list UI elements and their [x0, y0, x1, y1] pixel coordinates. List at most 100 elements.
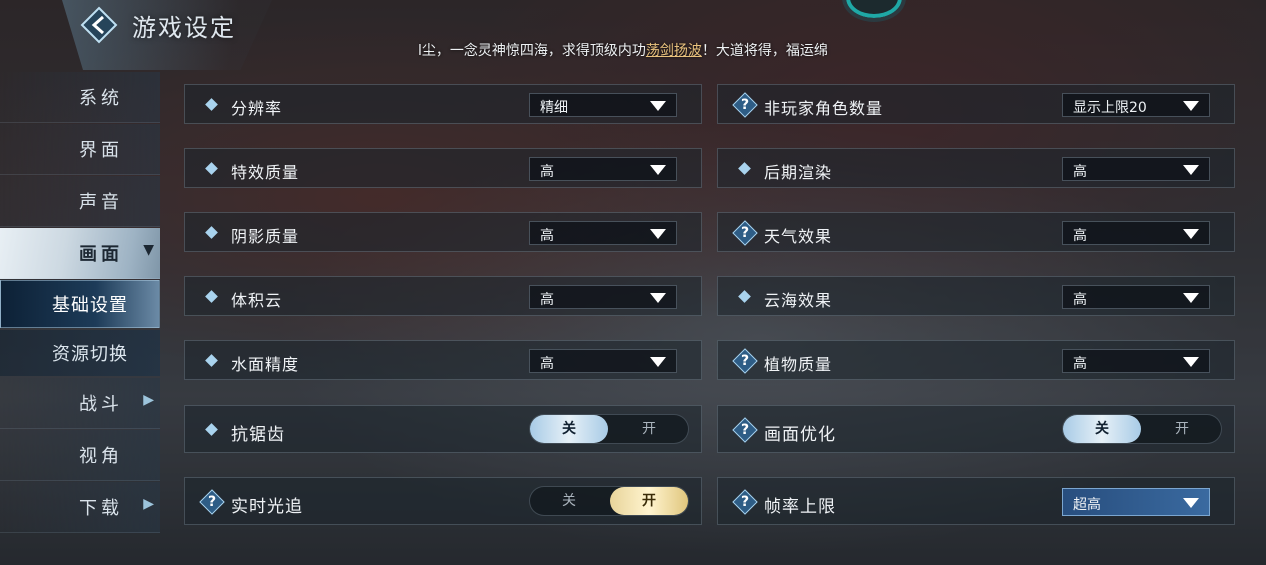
- dropdown-arrow-icon: [1183, 357, 1199, 367]
- dropdown-value: 高: [1073, 228, 1087, 244]
- post-processing-dropdown[interactable]: 高: [1062, 157, 1210, 181]
- setting-label: 云海效果: [764, 291, 833, 310]
- chevron-right-icon: ▶: [143, 392, 154, 408]
- dropdown-arrow-icon: [650, 357, 666, 367]
- npc-count-dropdown[interactable]: 显示上限20: [1062, 93, 1210, 117]
- dropdown-arrow-icon: [1183, 165, 1199, 175]
- sidebar-item-label: 视角: [79, 446, 123, 467]
- setting-label: 分辨率: [231, 99, 283, 118]
- back-icon[interactable]: [80, 6, 118, 44]
- sidebar-subitem-resource-switch[interactable]: 资源切换: [0, 330, 160, 376]
- setting-label: 后期渲染: [764, 163, 833, 182]
- dropdown-arrow-icon: [1183, 293, 1199, 303]
- dropdown-arrow-icon: [650, 165, 666, 175]
- resolution-dropdown[interactable]: 精细: [529, 93, 677, 117]
- sidebar-item-label: 下载: [79, 498, 123, 519]
- toggle-off-option[interactable]: 关: [530, 415, 608, 443]
- dropdown-arrow-icon: [650, 293, 666, 303]
- dropdown-value: 高: [1073, 356, 1087, 372]
- ticker-text-after: ！大道将得，福运绵: [701, 43, 828, 59]
- sidebar-item-download[interactable]: 下载 ▶: [0, 482, 160, 533]
- setting-row-cloud-sea: 云海效果 高: [717, 276, 1235, 316]
- setting-row-npc-count: ? 非玩家角色数量 显示上限20: [717, 84, 1235, 124]
- setting-row-effects-quality: 特效质量 高: [184, 148, 702, 188]
- diamond-bullet-icon: [205, 423, 218, 436]
- ticker-highlight-link[interactable]: 荡剑扬波: [646, 43, 702, 59]
- help-icon[interactable]: ?: [732, 220, 758, 246]
- toggle-on-option[interactable]: 开: [610, 487, 688, 515]
- setting-label: 体积云: [231, 291, 283, 310]
- help-icon[interactable]: ?: [732, 92, 758, 118]
- anti-aliasing-toggle[interactable]: 关 开: [529, 414, 689, 444]
- setting-row-graphics-optimization: ? 画面优化 关 开: [717, 405, 1235, 453]
- setting-row-frame-rate-limit: ? 帧率上限 超高: [717, 477, 1235, 525]
- weather-effects-dropdown[interactable]: 高: [1062, 221, 1210, 245]
- sidebar-item-sound[interactable]: 声音: [0, 176, 160, 227]
- sidebar-item-combat[interactable]: 战斗 ▶: [0, 378, 160, 429]
- sidebar-item-label: 战斗: [79, 394, 123, 415]
- setting-label: 实时光追: [231, 497, 303, 517]
- setting-label: 画面优化: [764, 425, 836, 445]
- ray-tracing-toggle[interactable]: 关 开: [529, 486, 689, 516]
- dropdown-arrow-icon: [1183, 498, 1199, 508]
- setting-label: 帧率上限: [764, 497, 836, 517]
- water-precision-dropdown[interactable]: 高: [529, 349, 677, 373]
- toggle-off-option[interactable]: 关: [530, 487, 608, 515]
- toggle-on-option[interactable]: 开: [1143, 415, 1221, 443]
- page-title: 游戏设定: [132, 14, 236, 42]
- announcement-ticker: l尘，一念灵神惊四海，求得顶级内功荡剑扬波！大道将得，福运绵: [418, 40, 898, 62]
- help-icon[interactable]: ?: [199, 489, 225, 515]
- sidebar-item-label: 界面: [79, 140, 123, 161]
- help-icon[interactable]: ?: [732, 489, 758, 515]
- graphics-optimization-toggle[interactable]: 关 开: [1062, 414, 1222, 444]
- sidebar-item-graphics[interactable]: 画面 ▼: [0, 228, 160, 279]
- effects-quality-dropdown[interactable]: 高: [529, 157, 677, 181]
- cloud-sea-dropdown[interactable]: 高: [1062, 285, 1210, 309]
- setting-row-anti-aliasing: 抗锯齿 关 开: [184, 405, 702, 453]
- plant-quality-dropdown[interactable]: 高: [1062, 349, 1210, 373]
- diamond-bullet-icon: [205, 226, 218, 239]
- volumetric-cloud-dropdown[interactable]: 高: [529, 285, 677, 309]
- diamond-bullet-icon: [738, 162, 751, 175]
- toggle-on-option[interactable]: 开: [610, 415, 688, 443]
- help-icon[interactable]: ?: [732, 417, 758, 443]
- chevron-down-icon: ▼: [143, 242, 154, 258]
- sidebar-subitem-basic-settings[interactable]: 基础设置: [0, 280, 160, 328]
- setting-row-resolution: 分辨率 精细: [184, 84, 702, 124]
- setting-row-ray-tracing: ? 实时光追 关 开: [184, 477, 702, 525]
- sidebar-item-interface[interactable]: 界面: [0, 124, 160, 175]
- setting-row-shadow-quality: 阴影质量 高: [184, 212, 702, 252]
- sidebar-item-label: 画面: [79, 244, 123, 265]
- diamond-bullet-icon: [205, 98, 218, 111]
- diamond-bullet-icon: [205, 354, 218, 367]
- dropdown-value: 高: [540, 292, 554, 308]
- dropdown-value: 高: [1073, 164, 1087, 180]
- setting-row-water-precision: 水面精度 高: [184, 340, 702, 380]
- dropdown-value: 显示上限20: [1073, 100, 1147, 116]
- setting-label: 植物质量: [764, 355, 833, 374]
- dropdown-value: 精细: [540, 100, 568, 116]
- dropdown-value: 高: [540, 356, 554, 372]
- shadow-quality-dropdown[interactable]: 高: [529, 221, 677, 245]
- dropdown-value: 超高: [1073, 497, 1101, 513]
- setting-row-weather-effects: ? 天气效果 高: [717, 212, 1235, 252]
- sidebar-item-camera[interactable]: 视角: [0, 430, 160, 481]
- diamond-bullet-icon: [738, 290, 751, 303]
- diamond-bullet-icon: [205, 290, 218, 303]
- setting-label: 阴影质量: [231, 227, 300, 246]
- ticker-text-before: l尘，一念灵神惊四海，求得顶级内功: [418, 43, 646, 59]
- help-icon[interactable]: ?: [732, 348, 758, 374]
- setting-label: 天气效果: [764, 227, 833, 246]
- setting-label: 特效质量: [231, 163, 300, 182]
- sidebar-item-label: 系统: [79, 88, 123, 109]
- frame-rate-limit-dropdown[interactable]: 超高: [1062, 488, 1210, 516]
- sidebar-item-label: 声音: [79, 192, 123, 213]
- sidebar-item-system[interactable]: 系统: [0, 72, 160, 123]
- setting-label: 抗锯齿: [231, 425, 285, 445]
- sidebar-subitem-label: 基础设置: [52, 295, 128, 316]
- setting-row-volumetric-cloud: 体积云 高: [184, 276, 702, 316]
- dropdown-arrow-icon: [650, 101, 666, 111]
- toggle-off-option[interactable]: 关: [1063, 415, 1141, 443]
- sidebar-subitem-label: 资源切换: [52, 344, 128, 365]
- dropdown-value: 高: [540, 228, 554, 244]
